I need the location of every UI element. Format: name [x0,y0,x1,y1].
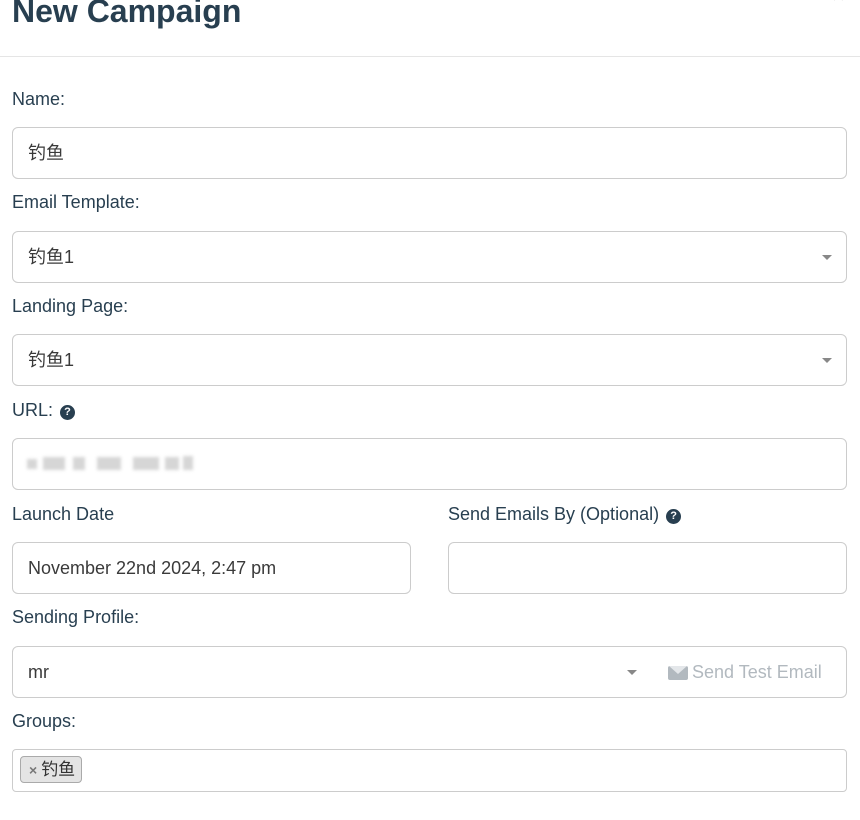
modal-title: New Campaign [12,0,242,29]
url-input[interactable] [12,438,847,490]
landing-page-value: 钓鱼1 [28,350,75,370]
caret-down-icon [822,255,832,260]
question-circle-icon[interactable]: ? [666,509,682,524]
send-emails-by-label: Send Emails By (Optional) ? [448,503,682,525]
groups-label: Groups: [12,711,77,731]
name-input[interactable]: 钓鱼 [12,127,847,179]
launch-date-input[interactable]: November 22nd 2024, 2:47 pm [12,542,411,594]
redacted-url-value [13,439,213,491]
email-template-label: Email Template: [12,192,140,212]
send-test-email-button[interactable]: Send Test Email [650,646,847,698]
name-value: 钓鱼 [28,143,64,163]
groups-select[interactable] [12,749,847,792]
caret-down-icon [822,358,832,363]
group-tag: × 钓鱼 [20,756,83,783]
landing-page-select[interactable]: 钓鱼1 [12,334,847,386]
url-label: URL: ? [12,399,76,421]
email-template-select[interactable]: 钓鱼1 [12,231,847,283]
name-label: Name: [12,89,66,109]
email-template-value: 钓鱼1 [28,247,75,267]
send-emails-by-label-text: Send Emails By (Optional) [448,504,660,524]
sending-profile-label: Sending Profile: [12,607,140,627]
launch-date-label: Launch Date [12,504,115,524]
send-emails-by-input[interactable] [448,542,847,594]
launch-date-value: November 22nd 2024, 2:47 pm [28,558,277,578]
envelope-icon [668,666,688,680]
caret-down-icon [627,670,637,675]
url-label-text: URL: [12,400,54,420]
sending-profile-value: mr [28,662,49,682]
question-circle-icon[interactable]: ? [60,405,76,420]
send-test-email-label: Send Test Email [692,662,822,682]
sending-profile-select[interactable]: mr [12,646,651,698]
close-icon[interactable]: × [832,0,845,7]
modal-header: New Campaign × [0,0,860,57]
landing-page-label: Landing Page: [12,296,129,316]
group-tag-label: 钓鱼 [41,760,76,779]
remove-tag-icon[interactable]: × [29,762,37,778]
